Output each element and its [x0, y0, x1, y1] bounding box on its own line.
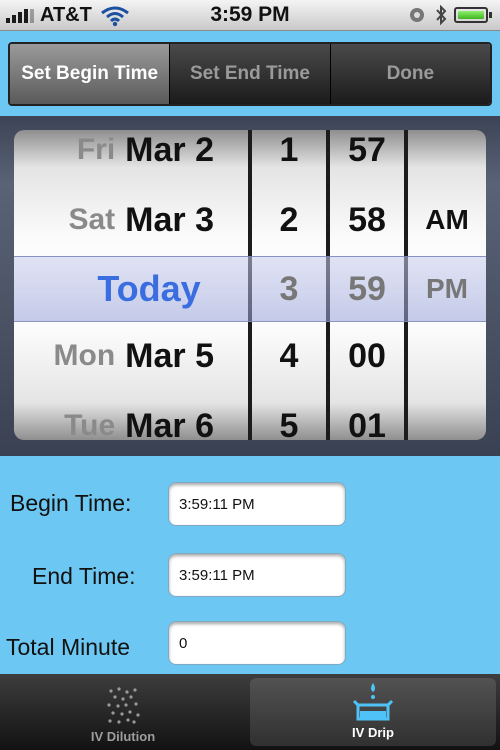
dots-icon: [107, 687, 140, 724]
end-time-field[interactable]: 3:59:11 PM: [168, 553, 346, 597]
minute-value: 00: [348, 336, 386, 375]
date-row: Fri Mar 2: [76, 130, 214, 169]
begin-time-label: Begin Time:: [10, 490, 132, 516]
selected-date: Today: [97, 268, 201, 309]
hour-value: 1: [279, 130, 299, 169]
selected-minute: 59: [348, 269, 386, 308]
minute-value: 58: [348, 200, 386, 239]
date-time-picker: Fri Mar 2 Sat Mar 3 Mon Mar 5 Tue Mar 6 …: [14, 130, 486, 440]
done-button[interactable]: Done: [329, 44, 490, 104]
battery-icon: [454, 7, 492, 23]
set-begin-time-button[interactable]: Set Begin Time: [10, 44, 170, 104]
am-value: AM: [425, 204, 469, 235]
total-minute-label: Total Minute: [6, 634, 131, 660]
begin-time-field[interactable]: 3:59:11 PM: [168, 482, 346, 526]
drip-icon: [352, 683, 394, 721]
tab-iv-drip[interactable]: IV Drip: [250, 678, 496, 746]
set-end-time-button[interactable]: Set End Time: [169, 44, 330, 104]
minute-value: 01: [348, 406, 386, 441]
selected-hour: 3: [279, 269, 299, 308]
status-bar: AT&T 3:59 PM: [0, 0, 500, 31]
hour-value: 2: [279, 200, 299, 239]
date-row: Tue Mar 6: [64, 406, 214, 441]
hour-value: 5: [279, 406, 299, 441]
end-time-label: End Time:: [32, 563, 136, 589]
hour-value: 4: [279, 336, 299, 375]
minute-value: 57: [348, 130, 386, 169]
selected-ampm: PM: [426, 273, 468, 304]
date-row: Sat Mar 3: [68, 200, 214, 239]
tab-bar: IV Dilution IV Drip: [0, 674, 500, 750]
total-minute-field[interactable]: 0: [168, 621, 346, 665]
date-row: Mon Mar 5: [53, 336, 214, 375]
time-mode-segmented-control: Set Begin Time Set End Time Done: [8, 42, 492, 106]
tab-iv-dilution[interactable]: IV Dilution: [0, 674, 246, 750]
tab-label: IV Drip: [352, 725, 394, 740]
picker-selection-indicator: Today 3 59 PM: [14, 256, 486, 322]
alarm-icon: [410, 8, 424, 22]
tab-label: IV Dilution: [90, 729, 156, 744]
bluetooth-icon: [436, 5, 447, 25]
